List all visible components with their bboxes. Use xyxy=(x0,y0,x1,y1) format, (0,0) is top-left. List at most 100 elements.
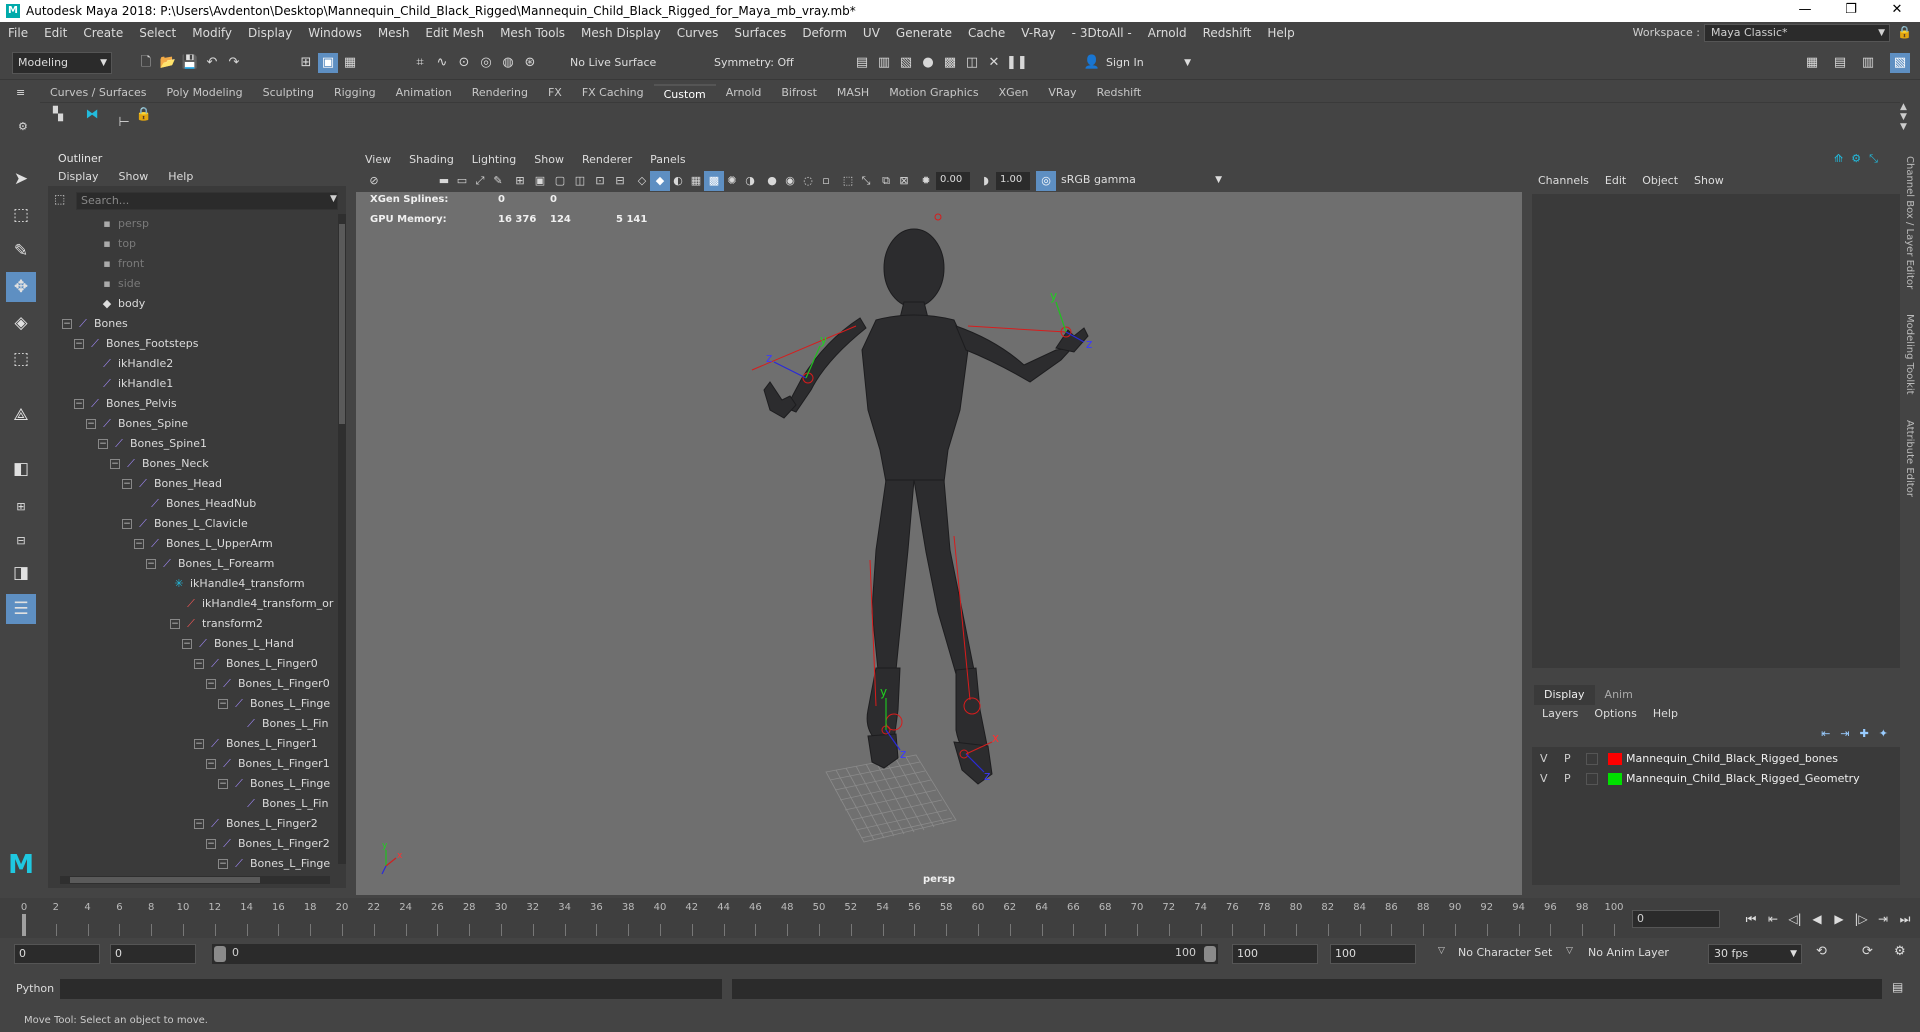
snap-grid-icon[interactable]: ⌗ xyxy=(410,53,430,73)
vray-tools-icon[interactable]: ✕ xyxy=(984,53,1004,73)
outliner-row[interactable]: − ⟋ Bones_Head xyxy=(122,474,222,494)
redo-icon[interactable]: ↷ xyxy=(224,53,244,73)
collapse-icon[interactable]: − xyxy=(134,539,144,549)
lasso-tool-icon[interactable]: ⬚ xyxy=(6,200,36,230)
outliner-menu-item[interactable]: Help xyxy=(158,168,203,186)
workspace-dropdown[interactable]: Maya Classic* ▼ xyxy=(1704,24,1890,42)
shelf-settings-icon[interactable]: ⚙ xyxy=(18,120,28,133)
menu-0[interactable]: File xyxy=(0,26,36,40)
shelf-tab-1[interactable]: Poly Modeling xyxy=(157,84,253,102)
collapse-icon[interactable]: − xyxy=(194,819,204,829)
menu-17[interactable]: V-Ray xyxy=(1013,26,1063,40)
outliner-row[interactable]: − ⟋ Bones_Footsteps xyxy=(74,334,198,354)
outliner-row[interactable]: − ⟋ Bones_Pelvis xyxy=(74,394,177,414)
lock-icon[interactable]: 🔒 xyxy=(134,105,154,125)
shelf-tab-9[interactable]: Arnold xyxy=(716,84,772,102)
shelf-tab-7[interactable]: FX Caching xyxy=(572,84,654,102)
outliner-row[interactable]: ▪ front xyxy=(86,254,144,274)
shelf-tab-5[interactable]: Rendering xyxy=(462,84,538,102)
modeling-toolkit-icon[interactable]: ▦ xyxy=(1802,53,1822,73)
current-frame-field[interactable]: 0 xyxy=(1632,910,1720,928)
side-tab[interactable]: Channel Box / Layer Editor xyxy=(1904,156,1915,289)
outliner-row[interactable]: − ⟋ Bones_L_Clavicle xyxy=(122,514,248,534)
vray-ipr-icon[interactable]: ◫ xyxy=(962,53,982,73)
outliner-row[interactable]: ✳ ikHandle4_transform xyxy=(158,574,304,594)
layer-editor-menu-item[interactable]: Help xyxy=(1645,705,1686,723)
symmetry-field[interactable]: Symmetry: Off xyxy=(708,52,808,74)
3dtoall-icon[interactable]: ⧓ xyxy=(82,105,102,125)
collapse-icon[interactable]: − xyxy=(62,319,72,329)
viewport-panel[interactable]: View Shading Lighting Show Renderer Panels ⊘ … xyxy=(356,150,1522,895)
outliner-horizontal-scrollbar[interactable] xyxy=(60,876,330,884)
auto-key-icon[interactable]: ⟳ xyxy=(1862,944,1873,959)
joint-tool-icon[interactable]: ⊢ xyxy=(114,113,134,133)
snap-pivot-icon[interactable]: ⊛ xyxy=(520,53,540,73)
new-layer-icon[interactable]: ✦ xyxy=(1879,727,1888,740)
outliner-row[interactable]: − ⟋ Bones_L_Finger0 xyxy=(194,654,318,674)
outliner-menu-item[interactable]: Display xyxy=(48,168,109,186)
render-current-frame-icon[interactable]: ▤ xyxy=(852,53,872,73)
render-ipr-icon[interactable]: ▥ xyxy=(874,53,894,73)
outliner-layout-icon[interactable]: ☰ xyxy=(6,594,36,624)
collapse-icon[interactable]: − xyxy=(86,419,96,429)
play-forwards-icon[interactable]: ▶ xyxy=(1828,910,1850,928)
menu-10[interactable]: Mesh Display xyxy=(573,26,669,40)
snap-surface-icon[interactable]: ◍ xyxy=(498,53,518,73)
outliner-row[interactable]: − ⟋ Bones_L_Finger0 xyxy=(206,674,330,694)
command-input[interactable] xyxy=(60,979,722,999)
anim-layer-label[interactable]: No Anim Layer xyxy=(1588,946,1669,959)
new-layer-selected-icon[interactable]: ✚ xyxy=(1860,727,1869,740)
layer-row[interactable]: V P Mannequin_Child_Black_Rigged_Geometry xyxy=(1532,769,1900,789)
tool-settings-icon[interactable]: ▥ xyxy=(1858,53,1878,73)
go-to-end-icon[interactable]: ⏭ xyxy=(1894,910,1916,928)
range-bar[interactable]: 0 100 xyxy=(212,944,1218,964)
character-set-label[interactable]: No Character Set xyxy=(1458,946,1552,959)
outliner-row[interactable]: − ⟋ Bones_Neck xyxy=(110,454,209,474)
sign-in-dropdown[interactable]: Sign In ▼ xyxy=(1100,52,1196,74)
collapse-icon[interactable]: − xyxy=(146,559,156,569)
channel-box-icon[interactable]: ▧ xyxy=(1890,53,1910,73)
menuset-dropdown[interactable]: Modeling ▼ xyxy=(12,52,112,74)
step-back-frame-icon[interactable]: ◁| xyxy=(1784,910,1806,928)
live-surface-field[interactable]: No Live Surface xyxy=(564,52,664,74)
visibility-toggle[interactable]: V xyxy=(1540,749,1548,769)
four-view-layout-icon[interactable]: ⊞ xyxy=(6,492,36,522)
menu-2[interactable]: Create xyxy=(75,26,131,40)
layer-editor-tab[interactable]: Anim xyxy=(1595,685,1643,705)
outliner-row[interactable]: − ⟋ Bones_L_Finger1 xyxy=(194,734,318,754)
channel-box-menu-item[interactable]: Show xyxy=(1686,170,1732,192)
scene-view[interactable]: z y y z y z x z y x xyxy=(356,150,1522,895)
open-scene-icon[interactable]: 📂 xyxy=(158,53,178,73)
undo-icon[interactable]: ↶ xyxy=(202,53,222,73)
layer-row[interactable]: V P Mannequin_Child_Black_Rigged_bones xyxy=(1532,749,1900,769)
shelf-tab-12[interactable]: Motion Graphics xyxy=(879,84,988,102)
outliner-row[interactable]: ⟋ Bones_L_Fin xyxy=(230,714,328,734)
go-to-start-icon[interactable]: ⏮ xyxy=(1740,910,1762,928)
channel-box-menu-item[interactable]: Edit xyxy=(1597,170,1634,192)
side-tab[interactable]: Modeling Toolkit xyxy=(1904,314,1915,395)
outliner-row[interactable]: − ⟋ Bones_L_Forearm xyxy=(146,554,274,574)
outliner-row[interactable]: ▪ side xyxy=(86,274,140,294)
select-object-icon[interactable]: ▣ xyxy=(318,53,338,73)
preferences-icon[interactable]: ⚙ xyxy=(1894,944,1906,959)
outliner-row[interactable]: − ⟋ Bones_L_Finger2 xyxy=(206,834,330,854)
loop-icon[interactable]: ⟲ xyxy=(1816,944,1827,959)
menu-5[interactable]: Display xyxy=(240,26,300,40)
outliner-row[interactable]: − ⟋ Bones_L_Finger1 xyxy=(206,754,330,774)
collapse-icon[interactable]: − xyxy=(194,659,204,669)
persp-outliner-layout-icon[interactable]: ⊟ xyxy=(6,526,36,556)
channel-filter-icon[interactable]: ⟰ xyxy=(1834,152,1843,166)
outliner-menu-item[interactable]: Show xyxy=(109,168,159,186)
search-input[interactable]: Search... xyxy=(76,192,338,210)
collapse-icon[interactable]: − xyxy=(98,439,108,449)
reference-toggle[interactable] xyxy=(1586,753,1598,765)
collapse-icon[interactable]: − xyxy=(182,639,192,649)
visibility-toggle[interactable]: V xyxy=(1540,769,1548,789)
collapse-icon[interactable]: − xyxy=(74,339,84,349)
outliner-row[interactable]: ⟋ ikHandle2 xyxy=(86,354,173,374)
move-tool-icon[interactable]: ✥ xyxy=(6,272,36,302)
outliner-row[interactable]: ⟋ ikHandle4_transform_or xyxy=(170,594,333,614)
select-tool-icon[interactable]: ➤ xyxy=(6,164,36,194)
range-end-handle[interactable] xyxy=(1204,946,1216,962)
pause-icon[interactable]: ❚❚ xyxy=(1006,53,1028,73)
